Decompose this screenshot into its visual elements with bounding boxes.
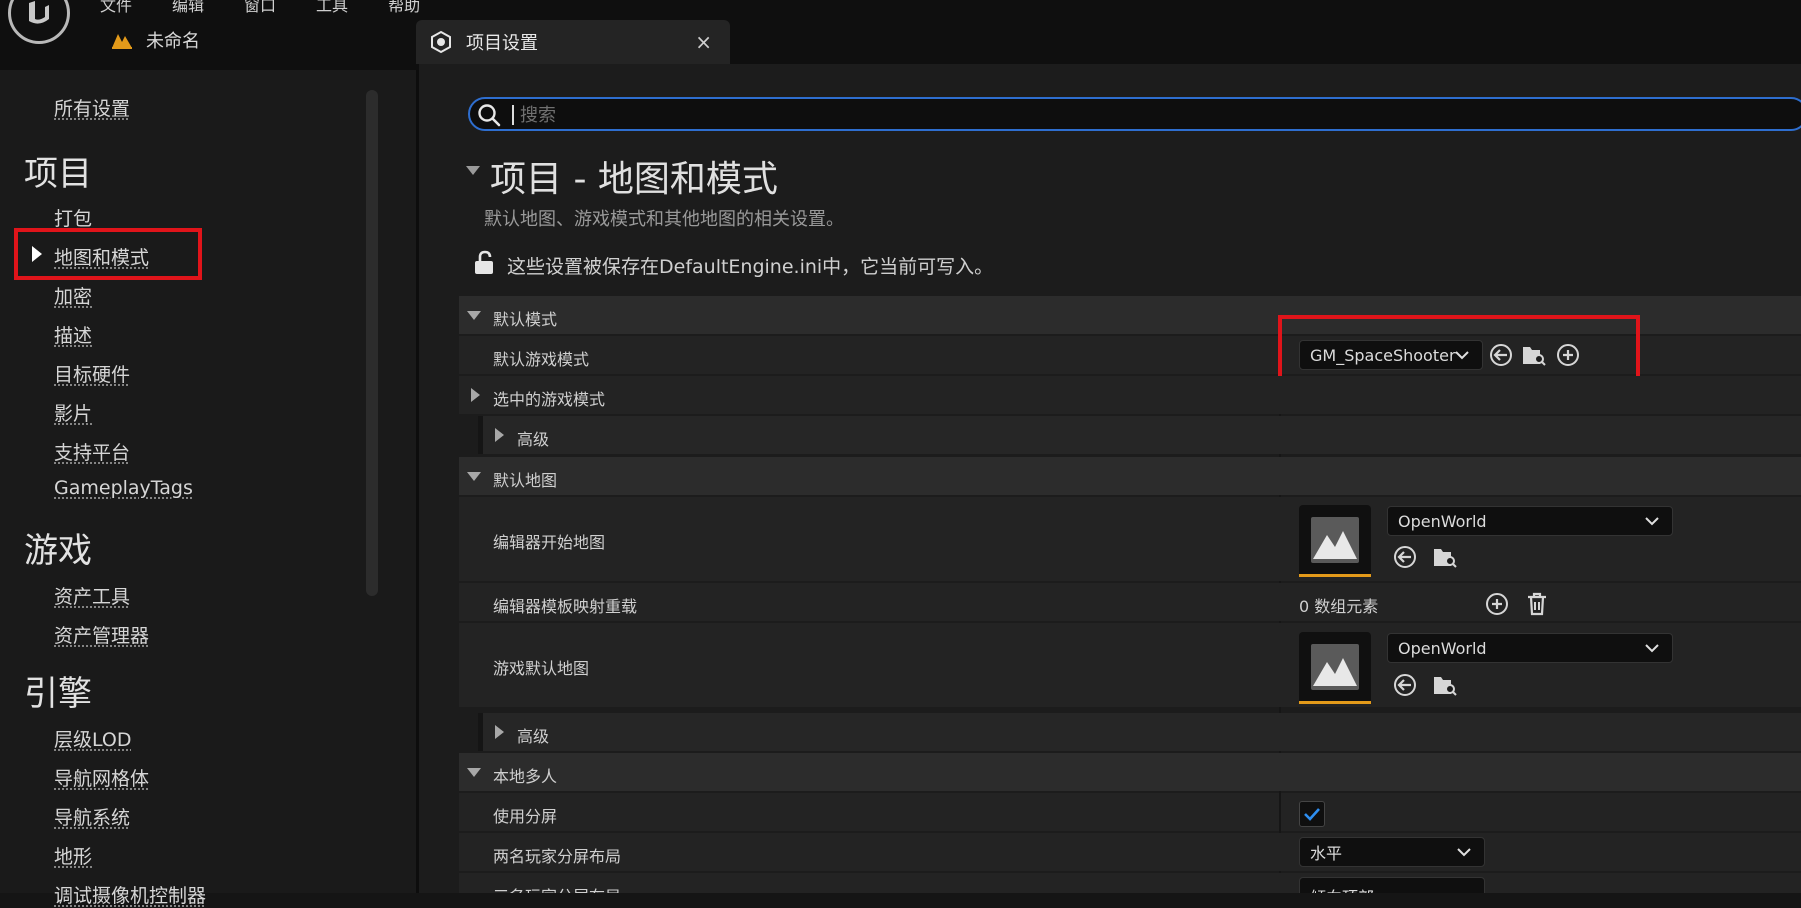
category-label: 本地多人	[493, 767, 558, 786]
close-icon[interactable]: ×	[695, 30, 712, 54]
property-label: 三名玩家分屏布局	[493, 883, 621, 893]
three-player-layout-combo[interactable]: 倾向顶部	[1299, 877, 1485, 893]
property-label: 高级	[517, 727, 550, 746]
sidebar-item-navmesh[interactable]: 导航网格体	[54, 764, 149, 791]
collapse-icon[interactable]	[466, 166, 480, 175]
selected-arrow-icon	[32, 246, 42, 262]
use-selected-asset-icon[interactable]	[1392, 672, 1418, 698]
sidebar-heading-game: 游戏	[24, 531, 92, 571]
combo-value: OpenWorld	[1398, 511, 1487, 531]
search-icon	[476, 102, 502, 132]
combo-value: 倾向顶部	[1310, 884, 1374, 893]
sidebar-item-landscape[interactable]: 地形	[54, 842, 92, 869]
property-label: 高级	[517, 430, 550, 449]
sidebar-item-target-hardware[interactable]: 目标硬件	[54, 360, 130, 387]
landscape-icon	[1311, 644, 1359, 690]
property-label: 选中的游戏模式	[493, 390, 606, 409]
project-name-label: 未命名	[146, 31, 200, 52]
sidebar-item-gameplay-tags[interactable]: GameplayTags	[54, 477, 193, 499]
use-selected-asset-icon[interactable]	[1392, 544, 1418, 570]
expand-icon	[495, 428, 504, 442]
search-input[interactable]	[518, 101, 1722, 129]
row-advanced[interactable]: 高级	[483, 416, 1801, 454]
search-box[interactable]	[468, 97, 1801, 131]
browse-folder-icon[interactable]	[1432, 672, 1458, 698]
settings-icon	[428, 29, 454, 55]
trash-icon[interactable]	[1524, 591, 1550, 617]
menu-bar: 文件 编辑 窗口 工具 帮助	[100, 0, 420, 16]
combo-value: OpenWorld	[1398, 638, 1487, 658]
sidebar-item-packaging[interactable]: 打包	[54, 204, 92, 231]
unlock-icon[interactable]	[472, 250, 496, 280]
row-three-player-layout: 三名玩家分屏布局	[459, 873, 1801, 893]
property-label: 游戏默认地图	[493, 659, 590, 678]
property-label: 编辑器模板映射重载	[493, 597, 638, 616]
map-thumbnail[interactable]	[1299, 632, 1371, 704]
checkmark-icon	[1304, 808, 1320, 821]
expand-icon	[495, 725, 504, 739]
chevron-down-icon	[1645, 517, 1659, 526]
game-default-map-combo[interactable]: OpenWorld	[1387, 633, 1673, 663]
editor-startup-map-combo[interactable]: OpenWorld	[1387, 506, 1673, 536]
sidebar-item-nav-system[interactable]: 导航系统	[54, 803, 130, 830]
menu-help[interactable]: 帮助	[388, 0, 420, 16]
expand-icon	[467, 768, 481, 777]
sidebar-scrollbar[interactable]	[366, 90, 378, 596]
sidebar-item-movies[interactable]: 影片	[54, 399, 92, 426]
level-icon	[112, 34, 132, 49]
add-element-icon[interactable]	[1484, 591, 1510, 617]
category-label: 默认模式	[493, 310, 558, 329]
chevron-down-icon	[1645, 644, 1659, 653]
sidebar-item-asset-manager[interactable]: 资产管理器	[54, 621, 149, 648]
chevron-down-icon	[1457, 848, 1471, 857]
row-two-player-layout: 两名玩家分屏布局	[459, 833, 1801, 871]
expand-icon	[467, 472, 481, 481]
sidebar-item-supported-platforms[interactable]: 支持平台	[54, 438, 130, 465]
array-count: 0 数组元素	[1299, 597, 1379, 616]
menu-tools[interactable]: 工具	[316, 0, 348, 16]
menu-edit[interactable]: 编辑	[172, 0, 204, 16]
page-subtitle: 默认地图、游戏模式和其他地图的相关设置。	[484, 209, 844, 230]
property-label: 编辑器开始地图	[493, 533, 606, 552]
menu-window[interactable]: 窗口	[244, 0, 276, 16]
tab-project-settings[interactable]: 项目设置 ×	[416, 20, 730, 64]
category-local-multiplayer[interactable]: 本地多人	[459, 753, 1801, 791]
asset-type-bar	[1299, 574, 1371, 577]
sidebar-item-all-settings[interactable]: 所有设置	[54, 94, 130, 121]
two-player-layout-combo[interactable]: 水平	[1299, 837, 1485, 867]
asset-type-bar	[1299, 701, 1371, 704]
row-advanced[interactable]: 高级	[483, 713, 1801, 751]
map-thumbnail[interactable]	[1299, 505, 1371, 577]
menu-file[interactable]: 文件	[100, 0, 132, 16]
category-default-maps[interactable]: 默认地图	[459, 457, 1801, 495]
property-label: 使用分屏	[493, 807, 558, 826]
sidebar-item-asset-tools[interactable]: 资产工具	[54, 582, 130, 609]
sidebar-item-encryption[interactable]: 加密	[54, 282, 92, 309]
expand-icon	[467, 311, 481, 320]
property-label: 默认游戏模式	[493, 350, 590, 369]
unreal-logo-icon[interactable]	[8, 0, 70, 44]
property-label: 两名玩家分屏布局	[493, 847, 622, 866]
browse-folder-icon[interactable]	[1432, 544, 1458, 570]
sidebar-item-description[interactable]: 描述	[54, 321, 92, 348]
landscape-icon	[1311, 517, 1359, 563]
project-name[interactable]: 未命名	[110, 27, 200, 53]
title-bar: 文件 编辑 窗口 工具 帮助 未命名 项目设置 ×	[0, 0, 1801, 70]
combo-value: 水平	[1310, 844, 1343, 863]
sidebar-item-debug-camera[interactable]: 调试摄像机控制器	[54, 881, 206, 908]
config-file-note: 这些设置被保存在DefaultEngine.ini中，它当前可写入。	[507, 256, 994, 278]
expand-icon	[471, 388, 480, 402]
sidebar-heading-project: 项目	[24, 154, 92, 194]
page-title: 项目 - 地图和模式	[490, 159, 778, 200]
sidebar-item-maps-modes[interactable]: 地图和模式	[54, 243, 149, 270]
category-label: 默认地图	[493, 471, 558, 490]
row-use-splitscreen: 使用分屏	[459, 793, 1801, 831]
row-selected-game-mode[interactable]: 选中的游戏模式	[459, 376, 1801, 414]
text-caret	[512, 105, 514, 125]
tab-label: 项目设置	[466, 33, 538, 54]
row-template-override: 编辑器模板映射重载	[459, 583, 1801, 621]
sidebar-item-hlod[interactable]: 层级LOD	[54, 725, 132, 752]
splitscreen-checkbox[interactable]	[1299, 801, 1325, 827]
sidebar-heading-engine: 引擎	[24, 674, 92, 714]
